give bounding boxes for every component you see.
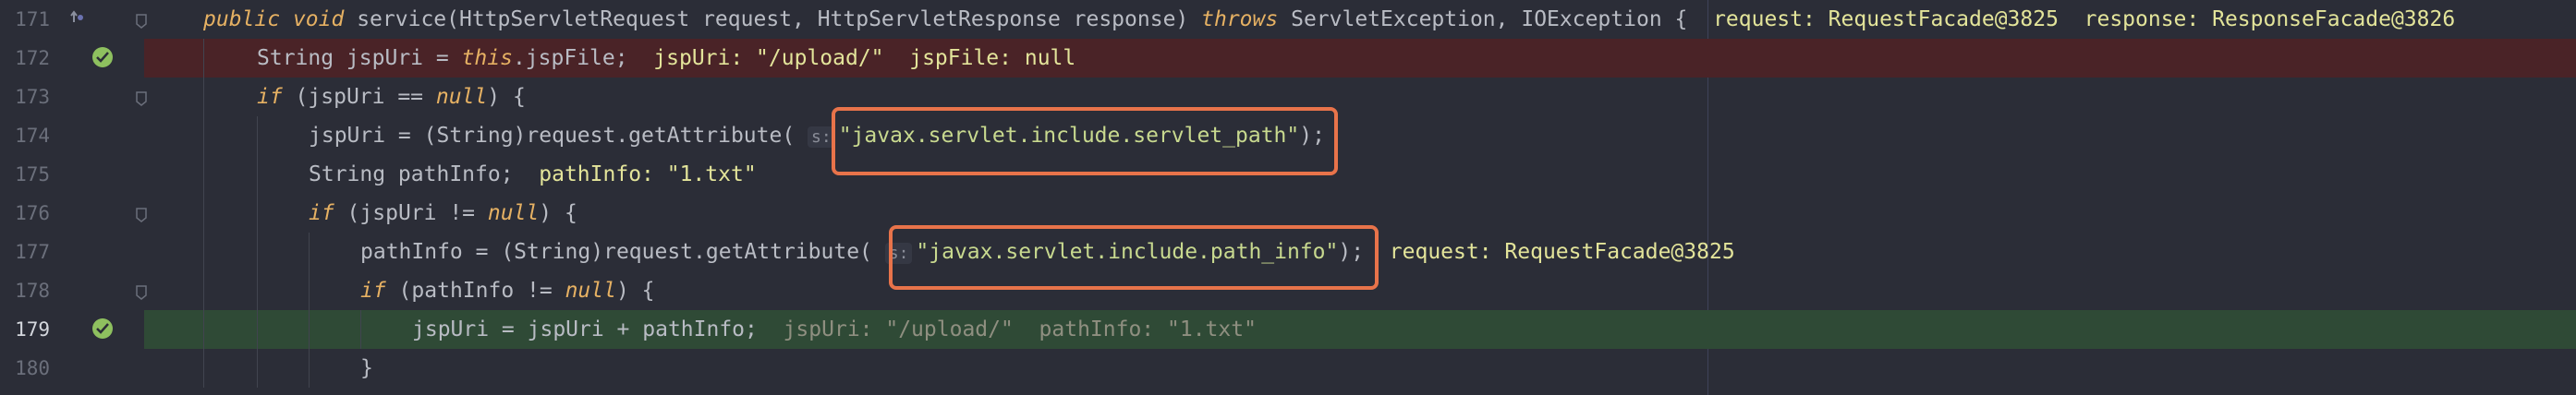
- line-number: 171: [15, 8, 50, 30]
- code-segment: String jspUri =: [257, 46, 462, 70]
- inline-debug-value: request: RequestFacade@3825: [1389, 240, 1735, 264]
- indent-guide: [257, 116, 258, 155]
- code-segment: jspUri = jspUri + pathInfo;: [412, 317, 758, 341]
- line-number: 179: [15, 318, 50, 341]
- code-segment: (jspUri !=: [334, 201, 488, 225]
- keyword-this: this: [461, 46, 513, 70]
- line-number: 176: [15, 202, 50, 224]
- indent-guide: [203, 233, 204, 271]
- indent-guide: [309, 310, 310, 349]
- keyword-if: if: [257, 85, 283, 109]
- line-number: 173: [15, 86, 50, 108]
- highlight-box-servlet-path: [832, 107, 1338, 175]
- fold-marker-icon[interactable]: [135, 11, 148, 29]
- line-number: 172: [15, 47, 50, 69]
- indent-guide: [309, 271, 310, 310]
- keyword-null: null: [487, 201, 540, 225]
- code-line-171[interactable]: 171 public void service(HttpServletReque…: [0, 0, 2576, 39]
- exception-list: ServletException, IOException {: [1291, 7, 1688, 31]
- fold-marker-icon[interactable]: [135, 205, 148, 222]
- code-segment: (pathInfo !=: [385, 279, 565, 303]
- method-signature: service(HttpServletRequest request, Http…: [357, 7, 1189, 31]
- line-number: 180: [15, 357, 50, 379]
- keyword-public: public: [203, 7, 281, 31]
- line-number: 177: [15, 241, 50, 263]
- fold-marker-icon[interactable]: [135, 282, 148, 300]
- keyword-null: null: [565, 279, 616, 303]
- keyword-null: null: [435, 85, 488, 109]
- fold-marker-icon[interactable]: [135, 89, 148, 106]
- indent-guide: [203, 39, 204, 78]
- code-line-179[interactable]: 179 jspUri = jspUri + pathInfo; jspUri: …: [0, 310, 2576, 349]
- line-number: 178: [15, 280, 50, 302]
- indent-guide: [309, 233, 310, 271]
- inline-debug-value: request: RequestFacade@3825 response: Re…: [1713, 7, 2456, 31]
- code-line-180[interactable]: 180 }: [0, 349, 2576, 388]
- indent-guide: [203, 78, 204, 116]
- code-line-172[interactable]: 172 String jspUri = this.jspFile; jspUri…: [0, 39, 2576, 78]
- code-segment: (jspUri ==: [282, 85, 436, 109]
- code-text[interactable]: if (jspUri != null) {: [309, 201, 577, 225]
- override-arrow-icon[interactable]: [70, 9, 85, 26]
- indent-guide: [257, 233, 258, 271]
- code-text[interactable]: }: [360, 356, 373, 380]
- inline-debug-value: jspUri: "/upload/" jspFile: null: [653, 46, 1076, 70]
- code-text[interactable]: jspUri = jspUri + pathInfo; jspUri: "/up…: [412, 317, 1257, 341]
- keyword-if: if: [309, 201, 334, 225]
- code-text[interactable]: String jspUri = this.jspFile; jspUri: "/…: [257, 46, 1075, 70]
- indent-guide: [203, 349, 204, 388]
- indent-guide: [257, 310, 258, 349]
- code-segment: ) {: [615, 279, 655, 303]
- breakpoint-check-icon[interactable]: [92, 47, 113, 67]
- indent-guide: [257, 194, 258, 233]
- indent-guide: [257, 155, 258, 194]
- code-segment: jspUri = (String)request.getAttribute(: [309, 124, 808, 148]
- indent-guide: [203, 155, 204, 194]
- code-segment: pathInfo = (String)request.getAttribute(: [360, 240, 885, 264]
- breakpoint-check-icon[interactable]: [92, 318, 113, 339]
- indent-guide: [257, 349, 258, 388]
- indent-guide: [203, 194, 204, 233]
- code-text[interactable]: public void service(HttpServletRequest r…: [203, 7, 2455, 31]
- code-segment: }: [360, 356, 373, 380]
- code-segment: .jspFile;: [512, 46, 628, 70]
- keyword-if: if: [360, 279, 386, 303]
- highlight-box-path-info: [889, 225, 1379, 290]
- code-text[interactable]: if (jspUri == null) {: [257, 85, 526, 109]
- indent-guide: [257, 271, 258, 310]
- line-number: 175: [15, 163, 50, 186]
- keyword-void: void: [292, 7, 345, 31]
- code-segment: String pathInfo;: [309, 162, 514, 186]
- inline-debug-value: pathInfo: "1.txt": [539, 162, 757, 186]
- code-text[interactable]: String pathInfo; pathInfo: "1.txt": [309, 162, 757, 186]
- indent-guide: [360, 310, 361, 349]
- code-segment: ) {: [539, 201, 577, 225]
- line-number: 174: [15, 125, 50, 147]
- indent-guide: [203, 116, 204, 155]
- code-editor[interactable]: 171 public void service(HttpServletReque…: [0, 0, 2576, 395]
- inline-debug-value: jspUri: "/upload/" pathInfo: "1.txt": [783, 317, 1257, 341]
- indent-guide: [203, 310, 204, 349]
- indent-guide: [309, 349, 310, 388]
- code-segment: ) {: [487, 85, 526, 109]
- keyword-throws: throws: [1201, 7, 1279, 31]
- indent-guide: [203, 271, 204, 310]
- code-text[interactable]: if (pathInfo != null) {: [360, 279, 655, 303]
